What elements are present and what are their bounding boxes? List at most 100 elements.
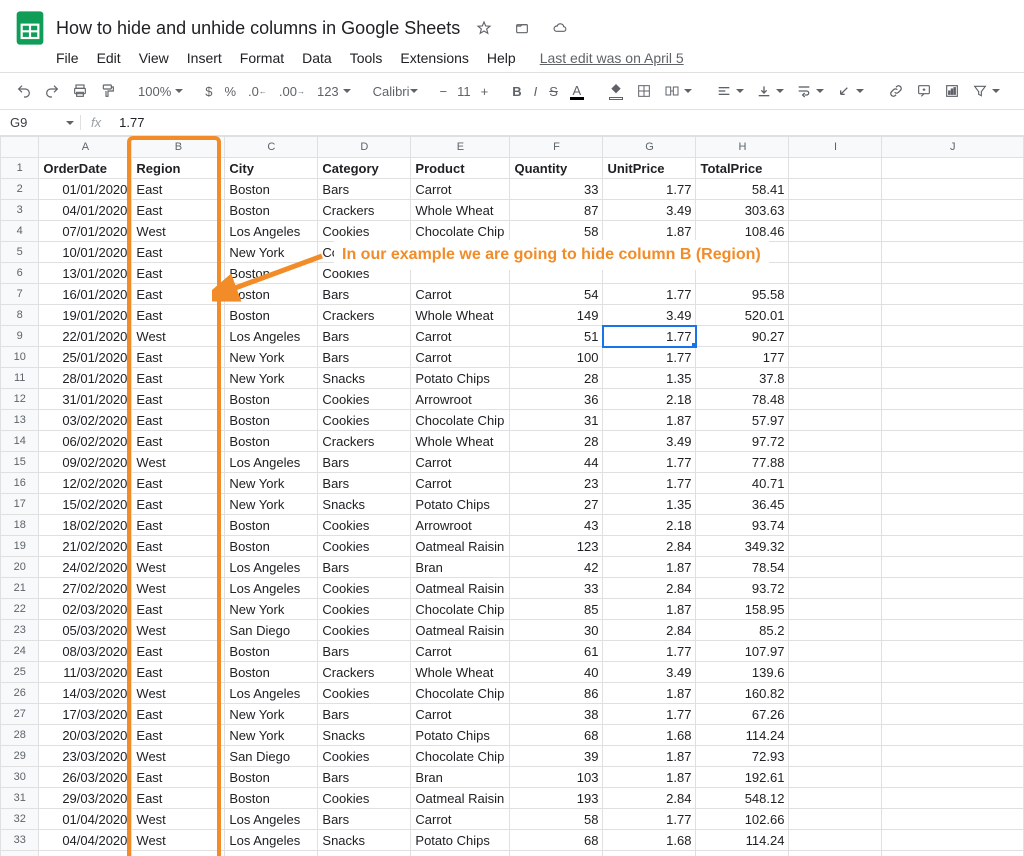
decrease-decimal-icon[interactable]: .0← bbox=[242, 80, 273, 103]
cell[interactable]: Los Angeles bbox=[225, 830, 318, 851]
cell[interactable]: Cookies bbox=[318, 578, 411, 599]
cell[interactable]: 40 bbox=[510, 662, 603, 683]
cell[interactable]: San Diego bbox=[225, 620, 318, 641]
cell[interactable]: 30 bbox=[510, 620, 603, 641]
cell[interactable]: 1.87 bbox=[603, 767, 696, 788]
cell[interactable]: 158.95 bbox=[696, 599, 789, 620]
cell[interactable] bbox=[789, 410, 882, 431]
cell[interactable]: 102.66 bbox=[696, 809, 789, 830]
cell[interactable]: 87 bbox=[510, 200, 603, 221]
filter-icon[interactable] bbox=[966, 79, 1006, 103]
cell[interactable]: East bbox=[132, 410, 225, 431]
functions-icon[interactable]: Σ bbox=[1018, 80, 1024, 103]
row-header-24[interactable]: 24 bbox=[1, 641, 39, 662]
undo-icon[interactable] bbox=[10, 79, 38, 103]
cell[interactable]: East bbox=[132, 242, 225, 263]
cell[interactable]: Carrot bbox=[411, 641, 510, 662]
menu-help[interactable]: Help bbox=[487, 50, 516, 66]
cell[interactable]: Snacks bbox=[318, 494, 411, 515]
cell[interactable]: Bars bbox=[318, 851, 411, 856]
cell[interactable]: New York bbox=[225, 473, 318, 494]
cell[interactable]: Los Angeles bbox=[225, 452, 318, 473]
spreadsheet-grid[interactable]: ABCDEFGHIJ1OrderDateRegionCityCategoryPr… bbox=[0, 136, 1024, 856]
vertical-align-icon[interactable] bbox=[750, 79, 790, 103]
cell[interactable]: Bars bbox=[318, 704, 411, 725]
cell[interactable]: 1.35 bbox=[603, 368, 696, 389]
horizontal-align-icon[interactable] bbox=[710, 79, 750, 103]
cell[interactable]: Chocolate Chip bbox=[411, 683, 510, 704]
cell[interactable]: West bbox=[132, 578, 225, 599]
cell[interactable]: East bbox=[132, 473, 225, 494]
cell[interactable] bbox=[789, 851, 882, 856]
row-header-25[interactable]: 25 bbox=[1, 662, 39, 683]
cell[interactable]: 07/01/2020 bbox=[39, 221, 132, 242]
row-header-32[interactable]: 32 bbox=[1, 809, 39, 830]
cell[interactable]: Snacks bbox=[318, 725, 411, 746]
cell[interactable]: East bbox=[132, 389, 225, 410]
cell[interactable] bbox=[789, 326, 882, 347]
menu-edit[interactable]: Edit bbox=[97, 50, 121, 66]
cell[interactable]: Boston bbox=[225, 179, 318, 200]
cell[interactable]: 28/01/2020 bbox=[39, 368, 132, 389]
star-icon[interactable] bbox=[470, 16, 498, 40]
cell[interactable]: East bbox=[132, 599, 225, 620]
cell[interactable] bbox=[789, 641, 882, 662]
cell[interactable] bbox=[789, 221, 882, 242]
zoom-dropdown[interactable]: 100% bbox=[134, 84, 187, 99]
cell[interactable]: Potato Chips bbox=[411, 494, 510, 515]
row-header-27[interactable]: 27 bbox=[1, 704, 39, 725]
cell[interactable] bbox=[882, 473, 1024, 494]
cell[interactable] bbox=[789, 347, 882, 368]
cell[interactable]: 1.77 bbox=[603, 179, 696, 200]
row-header-29[interactable]: 29 bbox=[1, 746, 39, 767]
cell[interactable]: 1.87 bbox=[603, 410, 696, 431]
column-header-E[interactable]: E bbox=[411, 137, 510, 158]
cell[interactable] bbox=[789, 725, 882, 746]
number-format-dropdown[interactable]: 123 bbox=[311, 80, 357, 103]
cell[interactable]: East bbox=[132, 263, 225, 284]
cell[interactable]: 54 bbox=[510, 284, 603, 305]
cell[interactable]: 2.84 bbox=[603, 536, 696, 557]
bold-icon[interactable]: B bbox=[506, 80, 527, 103]
cell[interactable]: Carrot bbox=[411, 473, 510, 494]
cell[interactable] bbox=[789, 368, 882, 389]
cell[interactable]: East bbox=[132, 515, 225, 536]
cell[interactable]: Carrot bbox=[411, 347, 510, 368]
cell[interactable]: Quantity bbox=[510, 158, 603, 179]
cell[interactable] bbox=[882, 662, 1024, 683]
cell[interactable]: 1.68 bbox=[603, 725, 696, 746]
cell[interactable]: Los Angeles bbox=[225, 683, 318, 704]
cell[interactable]: Bars bbox=[318, 809, 411, 830]
cell[interactable]: New York bbox=[225, 494, 318, 515]
strikethrough-icon[interactable]: S bbox=[543, 80, 564, 103]
insert-comment-icon[interactable] bbox=[910, 79, 938, 103]
cell[interactable] bbox=[882, 179, 1024, 200]
cell[interactable]: West bbox=[132, 830, 225, 851]
cell[interactable]: 57.97 bbox=[696, 410, 789, 431]
column-header-A[interactable]: A bbox=[39, 137, 132, 158]
cell[interactable]: 1.87 bbox=[603, 599, 696, 620]
cell[interactable]: 1.87 bbox=[603, 746, 696, 767]
cell[interactable]: 08/03/2020 bbox=[39, 641, 132, 662]
cell[interactable]: Boston bbox=[225, 200, 318, 221]
cell[interactable] bbox=[789, 830, 882, 851]
cell[interactable] bbox=[882, 809, 1024, 830]
cell[interactable]: Whole Wheat bbox=[411, 200, 510, 221]
cell[interactable]: West bbox=[132, 452, 225, 473]
cell[interactable]: 28 bbox=[510, 368, 603, 389]
cell[interactable]: New York bbox=[225, 725, 318, 746]
cell[interactable]: 548.12 bbox=[696, 788, 789, 809]
cell[interactable]: 349.32 bbox=[696, 536, 789, 557]
cell[interactable]: 1.77 bbox=[603, 851, 696, 856]
cell[interactable] bbox=[882, 263, 1024, 284]
cell[interactable]: Oatmeal Raisin bbox=[411, 788, 510, 809]
cell[interactable]: 2.84 bbox=[603, 788, 696, 809]
cell[interactable]: New York bbox=[225, 347, 318, 368]
borders-icon[interactable] bbox=[630, 79, 658, 103]
row-header-14[interactable]: 14 bbox=[1, 431, 39, 452]
row-header-3[interactable]: 3 bbox=[1, 200, 39, 221]
cell[interactable]: 1.35 bbox=[603, 494, 696, 515]
row-header-2[interactable]: 2 bbox=[1, 179, 39, 200]
cell[interactable]: Bars bbox=[318, 452, 411, 473]
cell[interactable]: 103 bbox=[510, 767, 603, 788]
